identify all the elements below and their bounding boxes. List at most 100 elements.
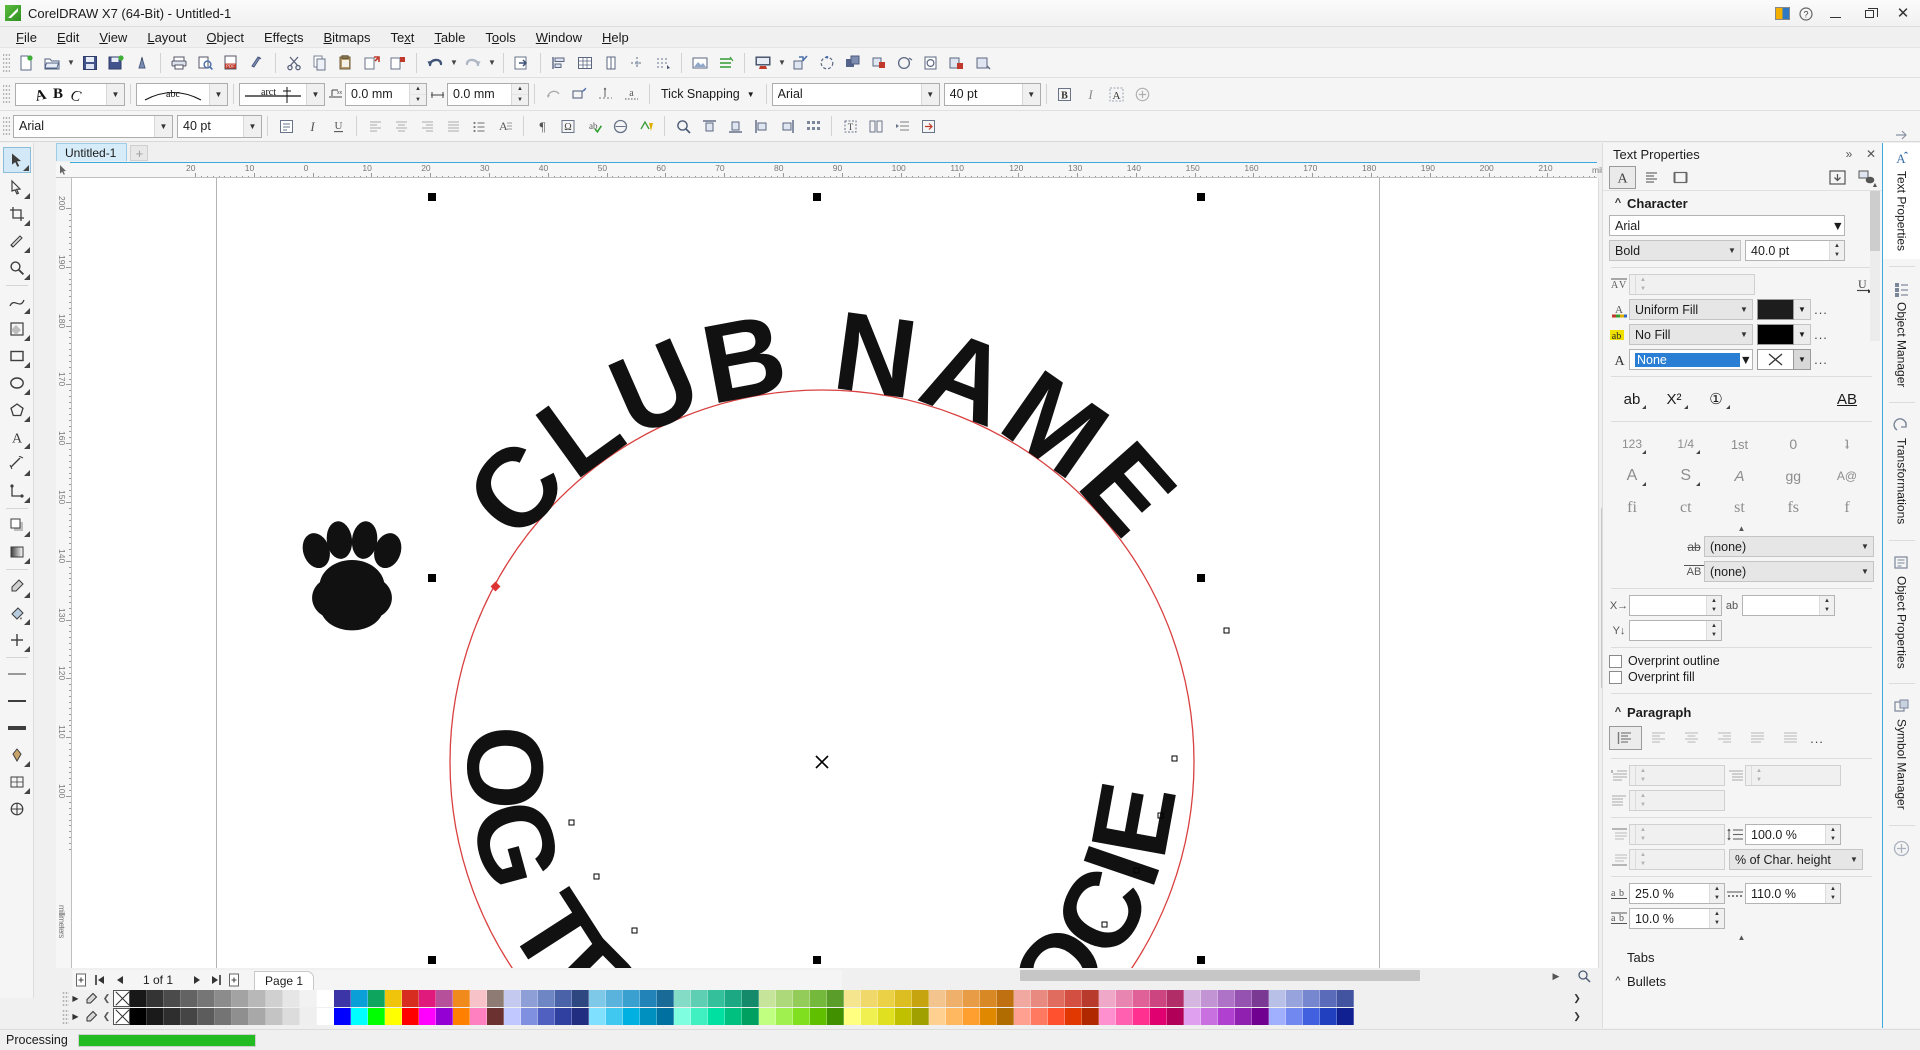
palette-swatch-row2-39[interactable] bbox=[793, 1008, 810, 1025]
ellipse-tool[interactable] bbox=[3, 370, 31, 396]
historical-ligatures-icon[interactable]: st bbox=[1719, 496, 1761, 520]
minimize-button[interactable] bbox=[1818, 0, 1852, 27]
palette-swatch-row1-12[interactable] bbox=[334, 990, 351, 1007]
text-frame-icon[interactable]: T bbox=[837, 113, 863, 139]
palette-swatch-row1-49[interactable] bbox=[963, 990, 980, 1007]
palette-swatch-row1-59[interactable] bbox=[1133, 990, 1150, 1007]
styles-icon[interactable] bbox=[713, 50, 739, 76]
align-none-button[interactable] bbox=[1609, 726, 1642, 750]
palette-swatch-row1-24[interactable] bbox=[538, 990, 555, 1007]
palette-swatch-row1-29[interactable] bbox=[623, 990, 640, 1007]
transparency-tool[interactable] bbox=[3, 539, 31, 565]
menu-help[interactable]: Help bbox=[592, 28, 639, 47]
palette-swatch-row1-2[interactable] bbox=[164, 990, 181, 1007]
palette-swatch-row1-30[interactable] bbox=[640, 990, 657, 1007]
text-orientation-combo[interactable]: ABC ▼ bbox=[15, 82, 125, 106]
docker-font-size-input[interactable]: 40.0 pt ▲ ▼ bbox=[1745, 240, 1845, 261]
horizontal-scrollbar[interactable] bbox=[840, 968, 1420, 983]
spacing-units-combo[interactable]: % of Char. height ▼ bbox=[1729, 849, 1863, 870]
selection-handle-mid-right[interactable] bbox=[1197, 574, 1205, 582]
selection-handle-bottom-left[interactable] bbox=[428, 956, 436, 964]
bold-button[interactable]: B bbox=[1052, 81, 1078, 107]
palette-swatch-row1-13[interactable] bbox=[351, 990, 368, 1007]
docker-font-style-arrow[interactable]: ▼ bbox=[1724, 241, 1740, 260]
add-page-before-icon[interactable] bbox=[72, 971, 91, 989]
paragraph-mode-tab[interactable] bbox=[1638, 166, 1665, 189]
duplicate-icon[interactable] bbox=[385, 50, 411, 76]
publish-pdf-icon[interactable]: PDF bbox=[218, 50, 244, 76]
first-page-button[interactable] bbox=[91, 971, 110, 989]
palette-swatch-row2-2[interactable] bbox=[164, 1008, 181, 1025]
text-direction-icon[interactable] bbox=[915, 113, 941, 139]
print-preview-icon[interactable] bbox=[192, 50, 218, 76]
redo-dropdown-arrow[interactable]: ▼ bbox=[486, 50, 498, 76]
palette-swatch-row1-58[interactable] bbox=[1116, 990, 1133, 1007]
docker-font-style-combo[interactable]: Bold ▼ bbox=[1609, 240, 1741, 261]
preview-dropdown-arrow[interactable]: ▼ bbox=[776, 50, 788, 76]
palette-swatch-row2-68[interactable] bbox=[1286, 1008, 1303, 1025]
palette-swatch-row2-54[interactable] bbox=[1048, 1008, 1065, 1025]
swatch-none-1[interactable] bbox=[113, 990, 130, 1007]
menu-bitmaps[interactable]: Bitmaps bbox=[313, 28, 380, 47]
docker-scrollbar[interactable]: ▲ bbox=[1870, 182, 1880, 341]
palette-swatch-row2-57[interactable] bbox=[1099, 1008, 1116, 1025]
outline-thin-tool[interactable] bbox=[3, 661, 31, 687]
text-orientation-arrow[interactable]: ▼ bbox=[106, 83, 124, 105]
fraction-ligatures-icon[interactable]: f bbox=[1826, 496, 1868, 520]
palette-swatch-row1-31[interactable] bbox=[657, 990, 674, 1007]
overprint-fill-row[interactable]: Overprint fill bbox=[1609, 670, 1874, 684]
palette-swatch-row2-18[interactable] bbox=[436, 1008, 453, 1025]
fountain-fill-tool[interactable] bbox=[3, 742, 31, 768]
palette-swatch-row2-22[interactable] bbox=[504, 1008, 521, 1025]
palette-swatch-row2-40[interactable] bbox=[810, 1008, 827, 1025]
palette-swatch-row2-36[interactable] bbox=[742, 1008, 759, 1025]
previous-page-button[interactable] bbox=[110, 971, 129, 989]
palette-swatch-row1-7[interactable] bbox=[249, 990, 266, 1007]
align-right-icon[interactable] bbox=[414, 113, 440, 139]
selection-handle-top-right[interactable] bbox=[1197, 193, 1205, 201]
undo-dropdown-arrow[interactable]: ▼ bbox=[448, 50, 460, 76]
palette-swatch-row1-20[interactable] bbox=[470, 990, 487, 1007]
palette-swatch-row1-67[interactable] bbox=[1269, 990, 1286, 1007]
mirror-text-vertically-icon[interactable] bbox=[566, 81, 592, 107]
slashed-zero-icon[interactable]: 0 bbox=[1772, 432, 1814, 456]
straighten-text-icon[interactable]: a bbox=[618, 81, 644, 107]
knife-tool[interactable] bbox=[3, 228, 31, 254]
palette-eyedropper-icon[interactable] bbox=[82, 991, 100, 1006]
palette-swatch-row2-44[interactable] bbox=[878, 1008, 895, 1025]
palette-swatch-row1-70[interactable] bbox=[1320, 990, 1337, 1007]
palette-swatch-row1-46[interactable] bbox=[912, 990, 929, 1007]
palette-swatch-row2-63[interactable] bbox=[1201, 1008, 1218, 1025]
next-page-button[interactable] bbox=[187, 971, 206, 989]
palette-swatch-row1-38[interactable] bbox=[776, 990, 793, 1007]
palette-swatch-row1-3[interactable] bbox=[181, 990, 198, 1007]
bullets-collapse-chevron[interactable]: ^ bbox=[1609, 975, 1627, 987]
palette-scroll-left-2[interactable]: ❮ bbox=[100, 1009, 113, 1024]
circled-number-icon[interactable]: ① bbox=[1695, 387, 1737, 411]
palette-swatch-row2-67[interactable] bbox=[1269, 1008, 1286, 1025]
object-manager-tab[interactable]: Object Manager bbox=[1883, 274, 1920, 395]
background-color-picker-arrow[interactable]: ▼ bbox=[1794, 324, 1811, 345]
palette-swatch-row1-8[interactable] bbox=[266, 990, 283, 1007]
object-properties-tab[interactable]: Object Properties bbox=[1883, 548, 1920, 677]
palette-swatch-row1-10[interactable] bbox=[300, 990, 317, 1007]
toolbar-grip[interactable] bbox=[3, 51, 10, 74]
palette-swatch-row1-16[interactable] bbox=[402, 990, 419, 1007]
palette-swatch-row1-14[interactable] bbox=[368, 990, 385, 1007]
standard-ligatures-icon[interactable]: fi bbox=[1611, 496, 1653, 520]
save-text-style-icon[interactable] bbox=[1824, 166, 1851, 189]
crop-tool[interactable] bbox=[3, 201, 31, 227]
align-force-full-button[interactable] bbox=[1774, 726, 1807, 750]
language-spacing-spinner[interactable]: ▲ ▼ bbox=[1709, 909, 1724, 928]
discretionary-ligatures-icon[interactable]: ct bbox=[1665, 496, 1707, 520]
palette-swatch-row2-20[interactable] bbox=[470, 1008, 487, 1025]
palette-swatch-row2-42[interactable] bbox=[844, 1008, 861, 1025]
palette-swatch-row1-61[interactable] bbox=[1167, 990, 1184, 1007]
text-tool[interactable]: A bbox=[3, 424, 31, 450]
italic-toolbar-icon[interactable]: I bbox=[299, 113, 325, 139]
palette-swatch-row1-33[interactable] bbox=[691, 990, 708, 1007]
palette-swatch-row2-1[interactable] bbox=[147, 1008, 164, 1025]
scroll-right-arrow[interactable]: ▶ bbox=[1545, 968, 1567, 984]
spacing-units-arrow[interactable]: ▼ bbox=[1846, 850, 1862, 869]
tick-snapping-button[interactable]: Tick Snapping ▼ bbox=[655, 82, 761, 106]
